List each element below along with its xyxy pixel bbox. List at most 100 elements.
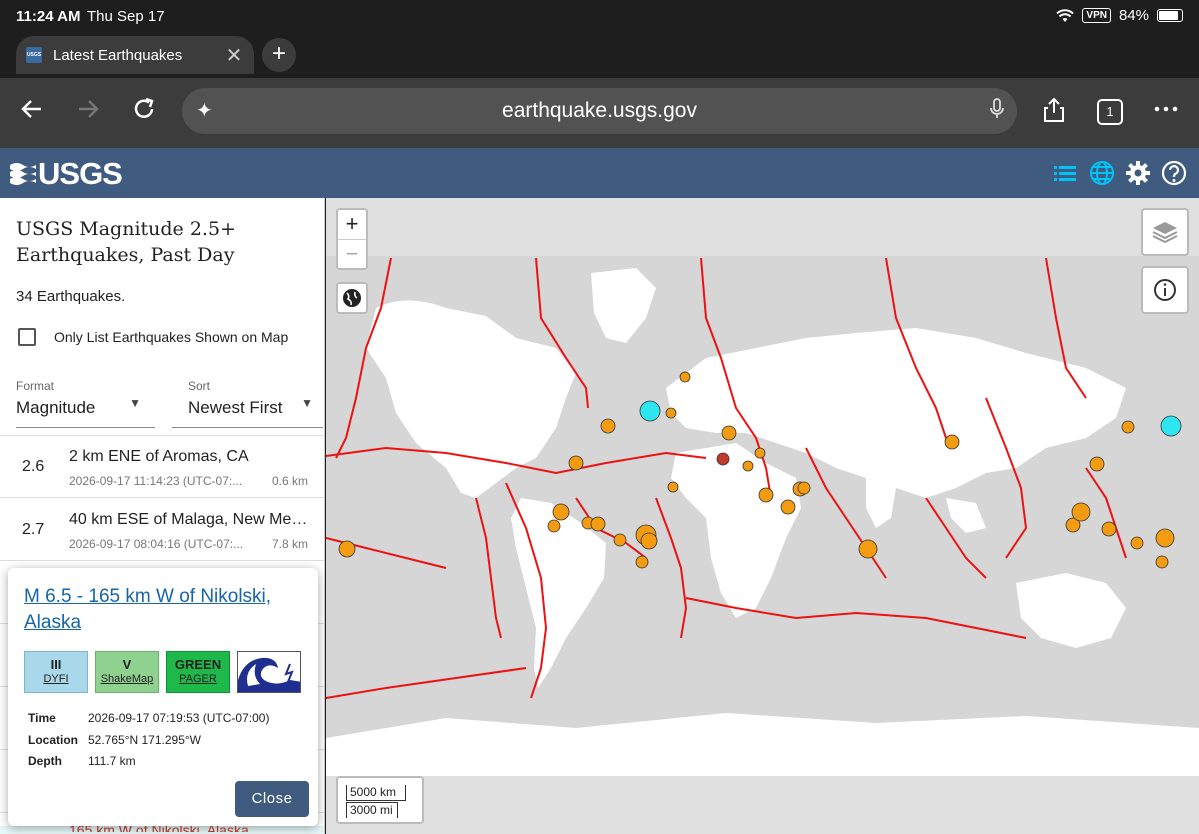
zoom-control: + −: [336, 208, 368, 270]
earthquake-marker[interactable]: [568, 455, 584, 471]
forward-arrow-icon[interactable]: [70, 96, 106, 132]
earthquake-marker[interactable]: [640, 532, 658, 550]
back-arrow-icon[interactable]: [14, 96, 50, 132]
selected-earthquake-marker[interactable]: [1160, 415, 1182, 437]
earthquake-marker[interactable]: [665, 407, 677, 419]
caret-down-icon: ▼: [301, 396, 313, 410]
microphone-icon[interactable]: [989, 98, 1005, 125]
format-label: Format: [16, 379, 55, 393]
eq-place: 40 km ESE of Malaga, New Mexico: [69, 511, 309, 528]
only-map-label[interactable]: Only List Earthquakes Shown on Map: [54, 329, 288, 345]
earthquake-marker[interactable]: [1121, 420, 1135, 434]
wifi-icon: [1056, 8, 1075, 22]
map-scale: 5000 km 3000 mi: [336, 776, 424, 824]
new-tab-button[interactable]: +: [262, 38, 296, 72]
dyfi-badge[interactable]: III DYFI: [24, 651, 88, 693]
shakemap-badge[interactable]: V ShakeMap: [95, 651, 159, 693]
popup-title-link[interactable]: M 6.5 - 165 km W of Nikolski, Alaska: [24, 584, 309, 636]
earthquake-list-item[interactable]: 2.7 40 km ESE of Malaga, New Mexico 2026…: [0, 499, 324, 561]
eq-depth: 0.6 km: [271, 474, 308, 488]
earthquake-popup: M 6.5 - 165 km W of Nikolski, Alaska III…: [8, 568, 318, 826]
earthquake-marker[interactable]: [547, 519, 561, 533]
format-select[interactable]: Format Magnitude ▼: [16, 370, 155, 428]
caret-down-icon: ▼: [129, 396, 141, 410]
earthquake-marker[interactable]: [1071, 502, 1091, 522]
earthquake-marker[interactable]: [944, 434, 960, 450]
dyfi-label: DYFI: [43, 673, 69, 685]
vpn-badge: VPN: [1082, 8, 1111, 23]
tab-strip: USGS Latest Earthquakes ✕ +: [0, 32, 1199, 78]
list-icon[interactable]: [1050, 158, 1080, 188]
globe-icon: [343, 289, 361, 307]
earthquake-map[interactable]: + − 5000 km 3000 mi: [326, 198, 1199, 834]
reload-icon[interactable]: [126, 96, 162, 132]
sort-select[interactable]: Sort Newest First ▼: [172, 370, 323, 428]
earthquake-marker[interactable]: [780, 499, 796, 515]
close-button[interactable]: Close: [235, 781, 309, 817]
zoom-in-button[interactable]: +: [338, 210, 366, 239]
share-icon[interactable]: [1036, 96, 1072, 132]
usgs-logo[interactable]: USGS: [10, 156, 123, 192]
earthquake-marker[interactable]: [797, 481, 811, 495]
earthquake-marker[interactable]: [858, 539, 878, 559]
browser-toolbar: ✦ earthquake.usgs.gov 1: [0, 78, 1199, 148]
zoom-out-button[interactable]: −: [338, 239, 366, 268]
tab-close-icon[interactable]: ✕: [220, 43, 248, 68]
earthquake-marker[interactable]: [600, 418, 616, 434]
detail-key: Location: [28, 733, 78, 747]
info-icon: [1154, 279, 1176, 301]
info-button[interactable]: [1141, 266, 1189, 314]
tsunami-icon[interactable]: [237, 651, 301, 693]
popup-depth-row: Depth 111.7 km: [28, 754, 136, 768]
eq-time: 2026-09-17 08:04:16 (UTC-07:...: [69, 537, 244, 551]
earthquake-marker[interactable]: [679, 371, 691, 383]
earthquake-marker[interactable]: [721, 425, 737, 441]
browser-tab[interactable]: USGS Latest Earthquakes ✕: [16, 36, 254, 74]
world-map[interactable]: [326, 198, 1199, 834]
battery-icon: [1157, 9, 1183, 22]
earthquake-marker[interactable]: [1089, 456, 1105, 472]
tab-title: Latest Earthquakes: [53, 46, 183, 64]
selected-list-item[interactable]: 165 km W of Nikolski, Alaska: [0, 824, 324, 834]
scale-mi: 3000 mi: [346, 802, 398, 818]
popup-location-row: Location 52.765°N 171.295°W: [28, 733, 201, 747]
sort-value[interactable]: Newest First: [188, 398, 282, 418]
earthquake-marker[interactable]: [1101, 521, 1117, 537]
globe-icon[interactable]: [1087, 158, 1117, 188]
earthquake-marker[interactable]: [758, 487, 774, 503]
earthquake-marker[interactable]: [613, 533, 627, 547]
earthquake-marker[interactable]: [716, 452, 730, 466]
earthquake-marker[interactable]: [590, 516, 606, 532]
more-menu-icon[interactable]: [1148, 96, 1184, 132]
earthquake-marker[interactable]: [754, 447, 766, 459]
earthquake-marker[interactable]: [742, 460, 754, 472]
url-text[interactable]: earthquake.usgs.gov: [182, 99, 1017, 123]
dyfi-intensity: III: [50, 657, 62, 672]
earthquake-marker[interactable]: [338, 540, 356, 558]
help-icon[interactable]: [1159, 158, 1189, 188]
pager-badge[interactable]: GREEN PAGER: [166, 651, 230, 693]
layers-icon: [1152, 222, 1178, 244]
selected-earthquake-marker[interactable]: [639, 400, 661, 422]
earthquake-marker[interactable]: [1155, 528, 1175, 548]
address-bar[interactable]: ✦ earthquake.usgs.gov: [182, 88, 1017, 134]
eq-magnitude: 2.7: [22, 521, 45, 538]
earthquake-marker[interactable]: [552, 503, 570, 521]
only-map-checkbox-row[interactable]: Only List Earthquakes Shown on Map: [18, 328, 288, 346]
only-map-checkbox[interactable]: [18, 328, 36, 346]
detail-key: Depth: [28, 754, 62, 768]
world-view-button[interactable]: [336, 282, 368, 314]
earthquake-marker[interactable]: [1155, 555, 1169, 569]
status-right: VPN 84%: [1056, 7, 1183, 24]
settings-gear-icon[interactable]: [1123, 158, 1153, 188]
tab-count-button[interactable]: 1: [1097, 99, 1123, 125]
layers-button[interactable]: [1141, 208, 1189, 256]
pager-label: PAGER: [179, 673, 217, 685]
earthquake-marker[interactable]: [635, 555, 649, 569]
earthquake-list-item[interactable]: 2.6 2 km ENE of Aromas, CA 2026-09-17 11…: [0, 436, 324, 498]
format-value[interactable]: Magnitude: [16, 398, 95, 418]
usgs-logo-text: USGS: [38, 156, 123, 191]
earthquake-marker[interactable]: [667, 481, 679, 493]
battery-percent: 84%: [1118, 7, 1149, 24]
earthquake-marker[interactable]: [1130, 536, 1144, 550]
